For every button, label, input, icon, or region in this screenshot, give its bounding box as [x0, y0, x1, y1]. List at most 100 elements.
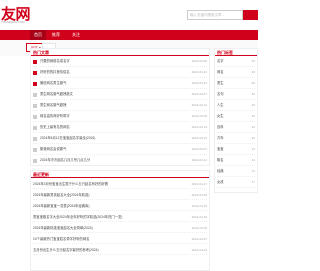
tag-label[interactable]: 女生 — [217, 114, 224, 119]
search-button[interactable] — [243, 10, 258, 20]
latest-article-row[interactable]: 2024年3月份宝宝出生属于什么五行起名有好的好看 2024-04-17 — [33, 180, 207, 189]
tag-row[interactable]: 名字 62 — [217, 57, 255, 67]
hot-article-title[interactable]: 微信网名男生霸气 — [40, 81, 66, 86]
rank-badge — [33, 93, 37, 97]
tag-count: 30 — [251, 92, 255, 96]
tag-count: 42 — [251, 125, 255, 129]
hot-article-title[interactable]: 好听的的抖音情侣名 — [40, 70, 70, 75]
tag-count: 24 — [251, 114, 255, 118]
tag-count: 32 — [251, 136, 255, 140]
tag-row[interactable]: 宝宝 31 — [217, 145, 255, 155]
tag-label[interactable]: 宝宝 — [217, 147, 224, 152]
latest-article-row[interactable]: 2024年最新精选宝宝起名大全简单(2024) 2024-04-06 — [33, 224, 207, 233]
hot-article-title[interactable]: 历史上最有名的网名 — [40, 125, 70, 130]
hot-article-title[interactable]: 2024年冷冷起名几月几号几点几分 — [40, 158, 90, 163]
tag-row[interactable]: 人生 26 — [217, 101, 255, 111]
hot-tags-title: 热门标签 — [217, 50, 233, 55]
hot-articles-title: 热门文章 — [33, 50, 49, 55]
latest-article-date: 2024-04-09 — [191, 193, 207, 197]
latest-article-title[interactable]: 五月份出生什么五行起名字最好的参考(2024) — [33, 248, 99, 253]
latest-article-date: 2024-04-06 — [191, 226, 207, 230]
hot-article-row[interactable]: 2024年6月12日宝宝起名字最全(2024) 2024-03-04 — [33, 134, 207, 144]
tag-row[interactable]: 经典 21 — [217, 167, 255, 177]
tag-row[interactable]: 取名 44 — [217, 156, 255, 166]
latest-article-title[interactable]: 2024年最新宝宝一览表(2024年经典库) — [33, 204, 89, 209]
header: 友网 YOUWANG.COM 输入关键词搜索文章... — [0, 0, 258, 30]
latest-article-row[interactable]: 2024年最新男孩起名大全(2024年精选) 2024-04-09 — [33, 191, 207, 200]
latest-article-title[interactable]: 2024年3月份宝宝出生属于什么五行起名有好的好看 — [33, 182, 108, 187]
nav-item-home[interactable]: 首页 — [30, 30, 46, 40]
hot-article-row[interactable]: 斯洛网名会说霸气 2024-03-07 — [33, 145, 207, 155]
hot-article-date: 2024-03-31 — [191, 81, 207, 85]
tag-row[interactable]: 男生 65 — [217, 79, 255, 89]
tag-count: 17 — [251, 180, 255, 184]
hot-article-date: 2024-03-04 — [191, 136, 207, 140]
hot-article-row[interactable]: 只要的网络名成名字 2024-03-06 — [33, 57, 207, 67]
latest-article-row[interactable]: 2024年最新宝宝一览表(2024年经典库) 2024-04-16 — [33, 202, 207, 211]
search-input[interactable]: 输入关键词搜索文章... — [187, 10, 243, 20]
hot-articles-panel: 热门文章 只要的网络名成名字 2024-03-06 好听的的抖音情侣名 2024-03… — [30, 48, 210, 166]
hot-article-title[interactable]: 男生网名霸气超拽 — [40, 103, 66, 108]
tag-label[interactable]: 女孩 — [217, 180, 224, 185]
hot-article-title[interactable]: 斯洛网名会说霸气 — [40, 147, 66, 152]
rank-badge — [33, 115, 37, 119]
hot-article-title[interactable]: 男生网名霸气超拽英文 — [40, 92, 73, 97]
tag-row[interactable]: 百科 42 — [217, 123, 255, 133]
hot-article-date: 2024-04-07 — [191, 92, 207, 96]
tag-label[interactable]: 经典 — [217, 169, 224, 174]
latest-article-title[interactable]: 男宝宝取名字大全2024年全年好听的字精选(2024年热门一览) — [33, 215, 122, 220]
latest-article-title[interactable]: 2024年最新男孩起名大全(2024年精选) — [33, 193, 89, 198]
latest-article-row[interactable]: 五月份出生什么五行起名字最好的参考(2024) 2024-04-03 — [33, 246, 207, 255]
hot-article-row[interactable]: 男生网名霸气超拽 2024-03-12 — [33, 101, 207, 111]
tag-row[interactable]: 女孩 17 — [217, 178, 255, 188]
tag-row[interactable]: 网名 46 — [217, 68, 255, 78]
hot-article-date: 2024-03-23 — [191, 70, 207, 74]
latest-title: 最近更新 — [33, 172, 49, 177]
latest-article-date: 2024-04-10 — [191, 215, 207, 219]
nav-item-recommend[interactable]: 推荐 — [52, 30, 60, 40]
rank-badge — [33, 148, 37, 152]
hot-article-date: 2024-03-11 — [191, 158, 207, 162]
hot-article-date: 2024-03-06 — [191, 59, 207, 63]
hot-article-row[interactable]: 历史上最有名的网名 2024-03-14 — [33, 123, 207, 133]
hot-tags-header: 热门标签 — [215, 49, 257, 56]
hot-article-title[interactable]: 只要的网络名成名字 — [40, 59, 70, 64]
tag-row[interactable]: 名句 30 — [217, 90, 255, 100]
hot-article-row[interactable]: 微信网名男生霸气 2024-03-31 — [33, 79, 207, 89]
rank-badge — [33, 60, 37, 64]
tag-label[interactable]: 百科 — [217, 125, 224, 130]
tag-label[interactable]: 名字 — [217, 59, 224, 64]
nav-item-follow[interactable]: 关注 — [72, 30, 80, 40]
hot-tags-panel: 热门标签 名字 62 网名 46 男生 65 名句 30 人生 26 女生 24 百科 42 万年 32 宝宝 3… — [214, 48, 258, 193]
rank-badge — [33, 159, 37, 163]
tag-count: 62 — [251, 59, 255, 63]
hot-article-row[interactable]: 网名高情商好听带字 2024-03-05 — [33, 112, 207, 122]
latest-article-title[interactable]: 2024年最新精选宝宝起名大全简单(2024) — [33, 226, 93, 231]
hot-article-title[interactable]: 网名高情商好听带字 — [40, 114, 70, 119]
hot-article-row[interactable]: 男生网名霸气超拽英文 2024-04-07 — [33, 90, 207, 100]
hot-article-date: 2024-03-14 — [191, 125, 207, 129]
tag-label[interactable]: 人生 — [217, 103, 224, 108]
hot-article-row[interactable]: 2024年冷冷起名几月几号几点几分 2024-03-11 — [33, 156, 207, 166]
tag-label[interactable]: 取名 — [217, 158, 224, 163]
tag-count: 21 — [251, 169, 255, 173]
latest-article-row[interactable]: 10个最新热门宝宝姓名带字好听的网名 2024-04-07 — [33, 235, 207, 244]
latest-article-date: 2024-04-07 — [191, 237, 207, 241]
rank-badge — [33, 71, 37, 75]
tag-row[interactable]: 万年 32 — [217, 134, 255, 144]
latest-article-row[interactable]: 男宝宝取名字大全2024年全年好听的字精选(2024年热门一览) 2024-04-… — [33, 213, 207, 222]
tag-label[interactable]: 男生 — [217, 81, 224, 86]
tag-row[interactable]: 女生 24 — [217, 112, 255, 122]
latest-header: 最近更新 — [31, 171, 209, 178]
rank-badge — [33, 82, 37, 86]
tag-label[interactable]: 名句 — [217, 92, 224, 97]
tag-count: 46 — [251, 70, 255, 74]
latest-article-date: 2024-04-16 — [191, 204, 207, 208]
tag-label[interactable]: 网名 — [217, 70, 224, 75]
hot-article-title[interactable]: 2024年6月12日宝宝起名字最全(2024) — [40, 136, 95, 141]
hot-article-date: 2024-03-07 — [191, 147, 207, 151]
tag-label[interactable]: 万年 — [217, 136, 224, 141]
rank-badge — [33, 104, 37, 108]
latest-article-title[interactable]: 10个最新热门宝宝姓名带字好听的网名 — [33, 237, 89, 242]
hot-article-row[interactable]: 好听的的抖音情侣名 2024-03-23 — [33, 68, 207, 78]
